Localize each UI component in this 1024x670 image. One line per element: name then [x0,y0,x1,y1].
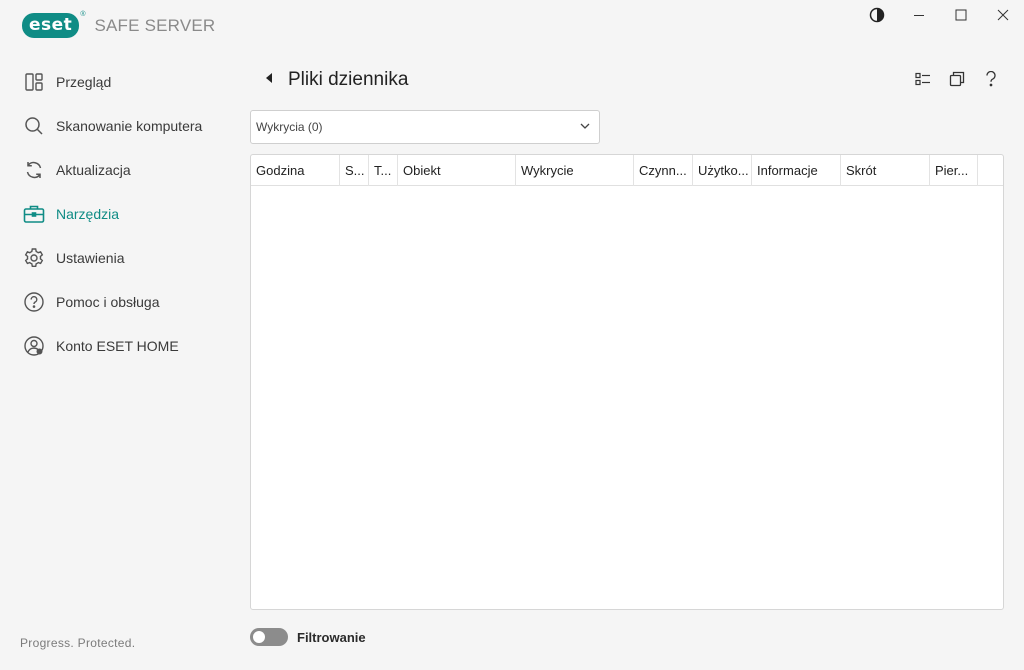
column-header-t[interactable]: T... [369,155,398,186]
table-header: Godzina S... T... Obiekt Wykrycie Czynn.… [251,155,1003,186]
log-type-selected: Wykrycia (0) [256,120,323,134]
brand-logo: eset [22,13,80,38]
sidebar-item-label: Pomoc i obsługa [56,294,160,310]
account-icon [22,334,46,358]
dashboard-icon [22,70,46,94]
sidebar-item-eset-home-account[interactable]: Konto ESET HOME [0,324,232,368]
column-header-object[interactable]: Obiekt [398,155,516,186]
column-header-hash[interactable]: Skrót [841,155,930,186]
column-header-action[interactable]: Czynn... [634,155,693,186]
log-type-select[interactable]: Wykrycia (0) [250,110,600,144]
page-title: Pliki dziennika [288,69,409,90]
sidebar-nav: Przegląd Skanowanie komputera Aktualizac… [0,60,232,368]
column-header-s[interactable]: S... [340,155,369,186]
help-button[interactable] [974,68,1008,94]
header-toolbar [906,68,1008,94]
registered-mark: ® [80,11,86,18]
search-icon [22,114,46,138]
sidebar-item-tools[interactable]: Narzędzia [0,192,232,236]
product-name: SAFE SERVER [94,15,216,35]
sidebar-item-label: Ustawienia [56,250,125,266]
copy-window-icon [949,71,965,92]
new-window-button[interactable] [940,68,974,94]
filter-toggle[interactable] [250,628,288,646]
help-icon [22,290,46,314]
log-table: Godzina S... T... Obiekt Wykrycie Czynn.… [250,154,1004,610]
briefcase-icon [22,202,46,226]
page-header: Pliki dziennika [260,68,408,92]
sidebar-item-label: Narzędzia [56,206,120,222]
back-button[interactable] [260,68,278,92]
column-header-first-seen[interactable]: Pier... [930,155,978,186]
sidebar-item-update[interactable]: Aktualizacja [0,148,232,192]
sidebar-item-settings[interactable]: Ustawienia [0,236,232,280]
sidebar-item-help-support[interactable]: Pomoc i obsługa [0,280,232,324]
sidebar-item-label: Skanowanie komputera [56,118,203,134]
column-header-information[interactable]: Informacje [752,155,841,186]
sidebar-item-label: Konto ESET HOME [56,338,179,354]
chevron-down-icon [579,120,591,135]
column-header-user[interactable]: Użytko... [693,155,752,186]
filter-label: Filtrowanie [297,629,366,645]
back-arrow-icon [264,71,274,89]
sidebar-item-computer-scan[interactable]: Skanowanie komputera [0,104,232,148]
column-header-filler [978,155,1003,186]
gear-icon [22,246,46,270]
sidebar: eset ® SAFE SERVER Przegląd Skanowanie k… [0,0,232,670]
sidebar-item-label: Przegląd [56,74,112,90]
column-header-time[interactable]: Godzina [251,155,340,186]
main-content: Pliki dziennika Wykrycia (0) Godzina S..… [232,0,1024,670]
tagline: Progress. Protected. [20,636,136,650]
sidebar-item-overview[interactable]: Przegląd [0,60,232,104]
toggle-knob [253,631,265,643]
filter-control: Filtrowanie [250,628,366,646]
refresh-icon [22,158,46,182]
list-view-button[interactable] [906,68,940,94]
list-view-icon [915,72,931,91]
help-icon [985,70,997,92]
app-logo: eset ® SAFE SERVER [22,11,216,38]
sidebar-item-label: Aktualizacja [56,162,131,178]
column-header-detection[interactable]: Wykrycie [516,155,634,186]
